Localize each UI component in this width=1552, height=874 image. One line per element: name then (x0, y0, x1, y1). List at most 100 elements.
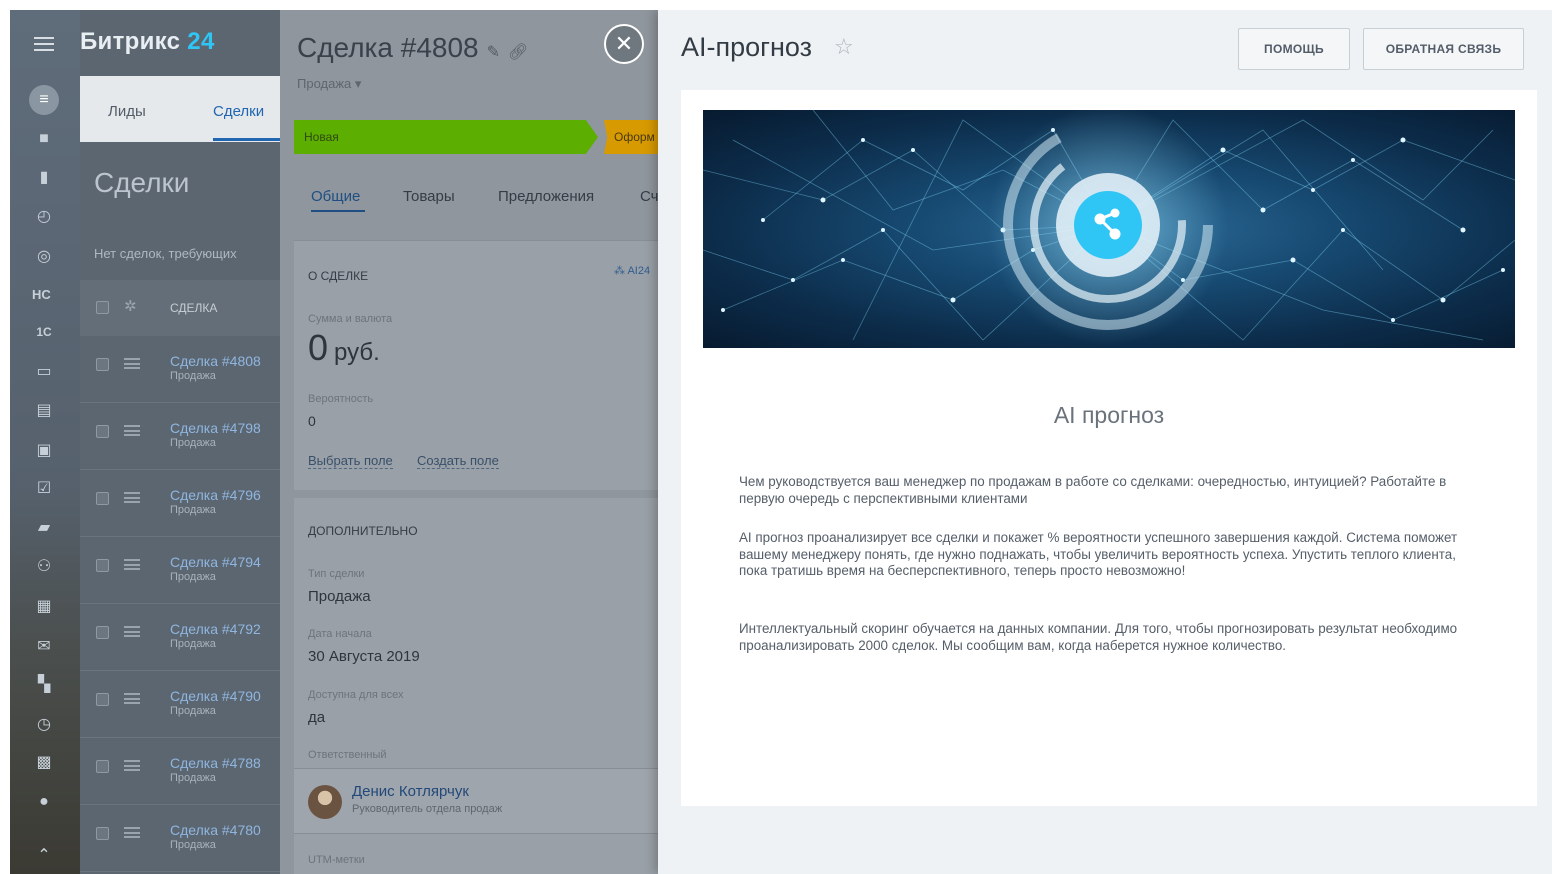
section-heading: ДОПОЛНИТЕЛЬНО (308, 524, 418, 538)
row-checkbox[interactable] (96, 760, 109, 773)
tab-leads[interactable]: Лиды (108, 103, 146, 120)
table-row[interactable]: Сделка #4808 Продажа (80, 336, 280, 403)
contact-card-icon[interactable]: ▩ (33, 752, 55, 774)
active-tab-underline (213, 138, 280, 141)
row-checkbox[interactable] (96, 827, 109, 840)
deal-link[interactable]: Сделка #4798 (170, 420, 261, 436)
deal-link[interactable]: Сделка #4788 (170, 755, 261, 771)
table-row[interactable]: Сделка #4796 Продажа (80, 470, 280, 537)
row-menu-icon[interactable] (124, 358, 140, 369)
close-slider-button[interactable]: ✕ (604, 24, 644, 64)
sum-label: Сумма и валюта (308, 313, 393, 325)
deal-link[interactable]: Сделка #4790 (170, 688, 261, 704)
tab-quotes[interactable]: Предложения (498, 188, 594, 205)
close-icon: ✕ (614, 31, 634, 56)
row-checkbox[interactable] (96, 693, 109, 706)
stage-new[interactable]: Новая (294, 120, 598, 154)
group-icon[interactable]: ⚇ (33, 556, 55, 578)
row-checkbox[interactable] (96, 559, 109, 572)
calendar-icon[interactable]: ▦ (33, 596, 55, 618)
column-header-deal[interactable]: СДЕЛКА (170, 301, 217, 315)
row-menu-icon[interactable] (124, 626, 140, 637)
row-checkbox[interactable] (96, 425, 109, 438)
deal-link[interactable]: Сделка #4792 (170, 621, 261, 637)
1c-icon[interactable]: 1С (33, 321, 55, 343)
table-row[interactable]: Сделка #4788 Продажа (80, 738, 280, 805)
storage-icon[interactable]: ▤ (33, 400, 55, 422)
tab-deals[interactable]: Сделки (213, 103, 264, 120)
sum-value[interactable]: 0 руб. (308, 327, 380, 369)
probability-value[interactable]: 0 (308, 413, 316, 429)
chevron-circle-icon[interactable]: ● (33, 791, 55, 813)
table-row[interactable]: Сделка #4794 Продажа (80, 537, 280, 604)
left-rail: ≡ ■ ▮ ◴ ◎ HC 1С ▭ ▤ ▣ ☑ ▰ ⚇ ▦ ✉ ▚ ◷ ▩ ● … (10, 10, 80, 874)
responsible-position: Руководитель отдела продаж (352, 803, 503, 815)
apps-icon[interactable]: ▚ (33, 674, 55, 696)
mail-icon[interactable]: ✉ (33, 636, 55, 658)
row-menu-icon[interactable] (124, 760, 140, 771)
deal-type-value[interactable]: Продажа (308, 588, 371, 605)
target-icon[interactable]: ◎ (33, 246, 55, 268)
utm-label: UTM-метки (308, 854, 365, 866)
select-all-checkbox[interactable] (96, 301, 109, 314)
deal-link[interactable]: Сделка #4780 (170, 822, 261, 838)
up-arrow-icon[interactable]: ⌃ (33, 845, 55, 867)
pipeline-selector[interactable]: Продажа ▾ (297, 76, 361, 92)
star-icon[interactable]: ☆ (834, 34, 854, 60)
select-field-link[interactable]: Выбрать поле (308, 453, 393, 469)
ai24-link[interactable]: ⁂ AI24 (614, 264, 650, 277)
filter-hint[interactable]: Нет сделок, требующих (94, 246, 237, 261)
deals-list-page: Битрикс 24 Лиды Сделки Сделки Нет сделок… (80, 10, 280, 874)
row-menu-icon[interactable] (124, 693, 140, 704)
page-title: Сделки (94, 167, 190, 198)
feedback-button[interactable]: ОБРАТНАЯ СВЯЗЬ (1363, 28, 1524, 70)
deal-type: Продажа (170, 437, 216, 449)
deal-title: Сделка #4808 ✎ 🔗︎ (297, 32, 529, 63)
ai-network-banner (703, 110, 1515, 348)
deal-type: Продажа (170, 638, 216, 650)
gear-icon[interactable]: ✲ (124, 297, 137, 315)
avatar (308, 785, 342, 819)
active-tab-underline (311, 210, 365, 212)
help-button[interactable]: ПОМОЩЬ (1238, 28, 1350, 70)
table-row[interactable]: Сделка #4798 Продажа (80, 403, 280, 470)
menu-icon[interactable] (34, 37, 54, 51)
responsible-person[interactable]: Денис Котлярчук Руководитель отдела прод… (294, 768, 660, 834)
deal-card: Сделка #4808 ✎ 🔗︎ Продажа ▾ Новая Оформ Об… (280, 10, 660, 874)
tab-invoices[interactable]: Сч (640, 188, 658, 205)
stage-processing[interactable]: Оформ (604, 120, 660, 154)
hc-label[interactable]: HC (32, 287, 51, 302)
row-checkbox[interactable] (96, 626, 109, 639)
row-checkbox[interactable] (96, 358, 109, 371)
tab-products[interactable]: Товары (403, 188, 455, 205)
row-menu-icon[interactable] (124, 492, 140, 503)
filter-icon[interactable]: ≡ (29, 85, 59, 115)
briefcase-icon[interactable]: ■ (33, 128, 55, 150)
deal-type: Продажа (170, 705, 216, 717)
create-field-link[interactable]: Создать поле (417, 453, 499, 469)
chart-icon[interactable]: ▮ (33, 167, 55, 189)
clock-icon[interactable]: ◴ (33, 206, 55, 228)
deal-link[interactable]: Сделка #4794 (170, 554, 261, 570)
table-row[interactable]: Сделка #4792 Продажа (80, 604, 280, 671)
deal-link[interactable]: Сделка #4796 (170, 487, 261, 503)
start-date-value[interactable]: 30 Августа 2019 (308, 648, 420, 665)
row-checkbox[interactable] (96, 492, 109, 505)
link-icon[interactable]: 🔗︎ (508, 44, 528, 61)
public-value[interactable]: да (308, 709, 325, 726)
edit-pencil-icon[interactable]: ✎ (487, 44, 500, 61)
tasks-icon[interactable]: ☑ (33, 478, 55, 500)
monitor-icon[interactable]: ▭ (33, 361, 55, 383)
row-menu-icon[interactable] (124, 827, 140, 838)
time-icon[interactable]: ◷ (33, 714, 55, 736)
table-row[interactable]: Сделка #4790 Продажа (80, 671, 280, 738)
table-row[interactable]: Сделка #4780 Продажа (80, 805, 280, 872)
row-menu-icon[interactable] (124, 425, 140, 436)
row-menu-icon[interactable] (124, 559, 140, 570)
chat-icon[interactable]: ▰ (33, 517, 55, 539)
deal-link[interactable]: Сделка #4808 (170, 353, 261, 369)
save-icon[interactable]: ▣ (33, 440, 55, 462)
responsible-name[interactable]: Денис Котлярчук (352, 783, 469, 800)
brand-logo[interactable]: Битрикс 24 (80, 28, 215, 56)
tab-general[interactable]: Общие (311, 188, 360, 205)
